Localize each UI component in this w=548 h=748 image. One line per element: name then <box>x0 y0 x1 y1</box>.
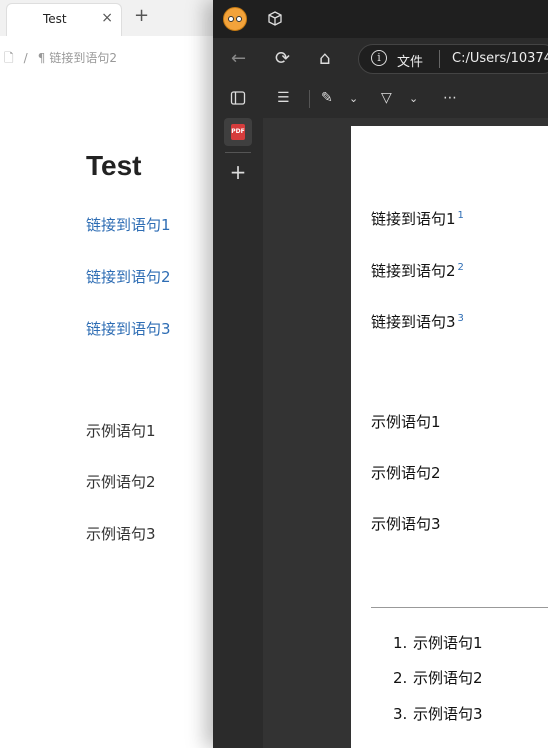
footnote-3: 3. 示例语句3 <box>393 703 483 724</box>
sidebar-toggle-icon[interactable] <box>224 84 252 112</box>
address-divider <box>439 50 440 68</box>
pdf-link-text: 链接到语句2 <box>371 262 456 280</box>
pdf-toolbar: ☰ ✎ ⌄ ▽ ⌄ ⋯ <box>263 80 548 118</box>
sentence-2: 示例语句2 <box>86 473 156 491</box>
pdf-link-3[interactable]: 链接到语句3 3 <box>371 311 464 332</box>
pdf-sentence-3: 示例语句3 <box>371 515 441 533</box>
pdf-link-1[interactable]: 链接到语句1 1 <box>371 208 464 229</box>
breadcrumb-separator: / <box>23 51 28 65</box>
breadcrumb: 🗋 / ¶ 链接到语句2 <box>4 49 127 70</box>
browser-window: ← ⟳ ⌂ i 文件 C:/Users/10374/ PDF + ☰ ✎ ⌄ ▽… <box>213 0 548 748</box>
footnote-ref-2[interactable]: 2 <box>458 262 464 273</box>
link-sentence-1[interactable]: 链接到语句1 <box>86 214 171 235</box>
pdf-page: 链接到语句1 1 链接到语句2 2 链接到语句3 3 示例语句1 示例语句2 示例语句… <box>351 126 548 748</box>
pdf-viewer: 链接到语句1 1 链接到语句2 2 链接到语句3 3 示例语句1 示例语句2 示例语句… <box>263 118 548 748</box>
refresh-icon[interactable]: ⟳ <box>275 48 290 69</box>
home-icon[interactable]: ⌂ <box>319 48 330 69</box>
address-path[interactable]: C:/Users/10374/ <box>452 51 548 66</box>
sentence-1: 示例语句1 <box>86 422 156 440</box>
address-bar[interactable]: i 文件 C:/Users/10374/ <box>358 44 548 74</box>
pdf-sentence-1: 示例语句1 <box>371 413 441 431</box>
link-sentence-3[interactable]: 链接到语句3 <box>86 318 171 339</box>
navigation-bar: ← ⟳ ⌂ i 文件 C:/Users/10374/ <box>213 38 548 80</box>
pdf-icon: PDF <box>231 124 245 140</box>
paragraph-icon: ¶ <box>37 51 46 65</box>
profile-avatar[interactable] <box>223 7 247 31</box>
pdf-link-text: 链接到语句1 <box>371 210 456 228</box>
toolbar-divider <box>309 90 310 108</box>
page-title: Test <box>86 150 142 181</box>
footnote-1: 1. 示例语句1 <box>393 632 483 653</box>
workspaces-icon[interactable] <box>266 10 284 28</box>
browser-title-bar <box>213 0 548 38</box>
pdf-sentence-2: 示例语句2 <box>371 464 441 482</box>
highlight-icon[interactable]: ✎ <box>321 90 333 106</box>
chevron-down-icon[interactable]: ⌄ <box>409 92 418 105</box>
address-scheme-label: 文件 <box>397 55 424 70</box>
back-icon[interactable]: ← <box>231 48 246 69</box>
tab-test[interactable]: Test × <box>6 3 122 36</box>
link-sentence-2[interactable]: 链接到语句2 <box>86 266 171 287</box>
footnote-2: 2. 示例语句2 <box>393 667 483 688</box>
tab-pdf[interactable]: PDF <box>224 118 252 146</box>
more-options-icon[interactable]: ⋯ <box>443 90 457 106</box>
close-icon[interactable]: × <box>101 10 113 26</box>
file-icon[interactable]: 🗋 <box>4 51 14 65</box>
chevron-down-icon[interactable]: ⌄ <box>349 92 358 105</box>
pdf-link-2[interactable]: 链接到语句2 2 <box>371 260 464 281</box>
pdf-link-text: 链接到语句3 <box>371 313 456 331</box>
new-tab-icon[interactable]: + <box>224 158 252 186</box>
table-of-contents-icon[interactable]: ☰ <box>277 90 290 106</box>
sidebar-divider <box>225 152 251 153</box>
footnote-text: 示例语句2 <box>413 669 483 687</box>
vertical-tab-sidebar: PDF + <box>213 80 263 748</box>
footnote-text: 示例语句3 <box>413 705 483 723</box>
tab-title: Test <box>43 12 67 26</box>
footnote-number: 1. <box>393 634 408 652</box>
info-icon[interactable]: i <box>371 50 387 66</box>
footnote-ref-3[interactable]: 3 <box>458 313 464 324</box>
footnote-text: 示例语句1 <box>413 634 483 652</box>
new-tab-icon[interactable]: + <box>134 5 149 26</box>
breadcrumb-current[interactable]: 链接到语句2 <box>49 51 117 65</box>
footnote-number: 2. <box>393 669 408 687</box>
footnote-ref-1[interactable]: 1 <box>458 210 464 221</box>
footnote-number: 3. <box>393 705 408 723</box>
draw-icon[interactable]: ▽ <box>381 90 392 106</box>
footnote-divider <box>371 607 548 608</box>
sentence-3: 示例语句3 <box>86 525 156 543</box>
